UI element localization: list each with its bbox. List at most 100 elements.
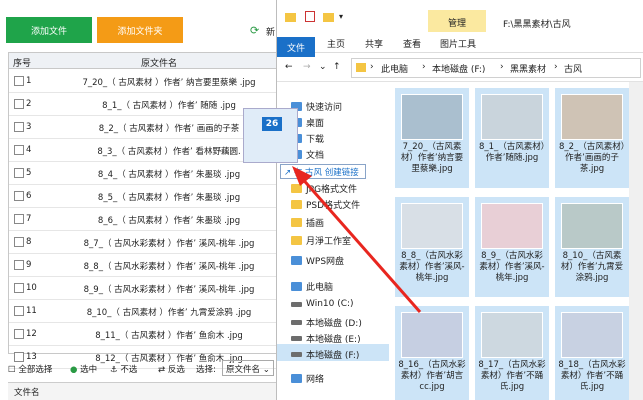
row-number: 3 bbox=[26, 122, 32, 132]
recent-chevron-icon[interactable]: ⌄ bbox=[319, 62, 327, 72]
file-thumbnail[interactable]: 8_16_（古风水彩素材）作者’胡言cc.jpg bbox=[395, 306, 469, 400]
file-caption: 8_1_（古风素材）作者’随随.jpg bbox=[478, 142, 546, 163]
select-mid-button[interactable]: ● 选中 bbox=[70, 363, 97, 375]
cloud-icon bbox=[291, 255, 302, 265]
nav-item[interactable]: 本地磁盘 (E:) bbox=[291, 330, 361, 346]
add-folder-button[interactable]: 添加文件夹 bbox=[97, 17, 183, 43]
tab-home[interactable]: 主页 bbox=[327, 37, 345, 50]
crumb-pc[interactable]: 此电脑 bbox=[381, 62, 408, 75]
file-caption: 7_20_（古风素材）作者’纳言要里蔡樂.jpg bbox=[400, 142, 464, 174]
row-filename: 7_20_（ 古风素材 ）作者’ 纳言要里蔡樂 .jpg bbox=[82, 78, 256, 88]
file-thumbnail[interactable]: 8_17_（古风水彩素材）作者’不踊氏.jpg bbox=[475, 306, 549, 400]
table-row[interactable]: 8 8_7_（ 古风水彩素材 ）作者’ 溪风-桃年 .jpg bbox=[9, 231, 289, 254]
table-row[interactable]: 1 7_20_（ 古风素材 ）作者’ 纳言要里蔡樂 .jpg bbox=[9, 70, 289, 93]
nav-item[interactable]: 本地磁盘 (F:) bbox=[291, 346, 359, 362]
nav-item[interactable]: Win10 (C:) bbox=[291, 296, 354, 312]
select-all-checkbox[interactable]: ☐ 全部选择 bbox=[8, 363, 52, 375]
image-preview bbox=[401, 312, 463, 358]
row-checkbox[interactable] bbox=[14, 122, 24, 132]
vertical-scrollbar[interactable] bbox=[629, 82, 643, 400]
table-row[interactable]: 6 8_5_（ 古风素材 ）作者’ 朱墨琰 .jpg bbox=[9, 185, 289, 208]
row-number: 2 bbox=[26, 99, 32, 109]
back-arrow-icon[interactable]: ← bbox=[285, 62, 293, 72]
row-checkbox[interactable] bbox=[14, 76, 24, 86]
image-preview bbox=[481, 94, 543, 140]
table-row[interactable]: 11 8_10_（ 古风素材 ）作者’ 九霄爱涂鸦 .jpg bbox=[9, 300, 289, 323]
tab-view[interactable]: 查看 bbox=[403, 37, 421, 50]
file-thumbnail[interactable]: 8_2_（古风素材）作者’画画的子茶.jpg bbox=[555, 88, 629, 188]
manage-tab[interactable]: 管理 bbox=[428, 10, 486, 32]
properties-icon[interactable] bbox=[305, 11, 315, 22]
select-dropdown[interactable]: 原文件名 ⌄ bbox=[222, 360, 274, 376]
row-checkbox[interactable] bbox=[14, 145, 24, 155]
row-checkbox[interactable] bbox=[14, 283, 24, 293]
sep-icon: › bbox=[422, 62, 426, 72]
row-checkbox[interactable] bbox=[14, 237, 24, 247]
folder-icon bbox=[291, 217, 302, 227]
drive-icon bbox=[291, 351, 302, 357]
nav-item-label: PSD格式文件 bbox=[306, 200, 361, 211]
nav-item[interactable]: 此电脑 bbox=[291, 278, 333, 294]
qat-chevron-icon[interactable]: ▾ bbox=[339, 12, 343, 21]
row-filename: 8_9_（ 古风水彩素材 ）作者’ 溪风-桃年 .jpg bbox=[83, 285, 255, 295]
tab-share[interactable]: 共享 bbox=[365, 37, 383, 50]
address-box[interactable]: › 此电脑 › 本地磁盘 (F:) › 黑黑素材 › 古风 bbox=[351, 58, 641, 78]
folder-icon bbox=[285, 13, 296, 22]
ribbon-tabs: 文件 主页 共享 查看 图片工具 bbox=[277, 33, 643, 57]
nav-item[interactable]: PSD格式文件 bbox=[291, 196, 360, 212]
row-checkbox[interactable] bbox=[14, 214, 24, 224]
table-row[interactable]: 7 8_6_（ 古风素材 ）作者’ 朱墨琰 .jpg bbox=[9, 208, 289, 231]
add-file-button[interactable]: 添加文件 bbox=[6, 17, 92, 43]
nav-item[interactable]: 快速访问 bbox=[291, 98, 342, 114]
sep-icon: › bbox=[500, 62, 504, 72]
row-filename: 8_7_（ 古风水彩素材 ）作者’ 溪风-桃年 .jpg bbox=[83, 239, 255, 249]
file-caption: 8_17_（古风水彩素材）作者’不踊氏.jpg bbox=[478, 360, 546, 392]
crumb-drive[interactable]: 本地磁盘 (F:) bbox=[432, 62, 485, 75]
table-row[interactable]: 10 8_9_（ 古风水彩素材 ）作者’ 溪风-桃年 .jpg bbox=[9, 277, 289, 300]
file-thumbnail[interactable]: 8_1_（古风素材）作者’随随.jpg bbox=[475, 88, 549, 188]
nav-item-label: 下载 bbox=[306, 134, 325, 145]
nav-item[interactable]: 本地磁盘 (D:) bbox=[291, 314, 362, 330]
row-checkbox[interactable] bbox=[14, 168, 24, 178]
image-preview bbox=[401, 203, 463, 249]
file-thumbnail[interactable]: 8_8_（古风水彩素材）作者’溪风-桃年.jpg bbox=[395, 197, 469, 297]
up-arrow-icon[interactable]: ↑ bbox=[333, 62, 341, 72]
refresh-icon[interactable]: ⟳ bbox=[250, 24, 259, 37]
address-bar-row: ← → ⌄ ↑ › 此电脑 › 本地磁盘 (F:) › 黑黑素材 › 古风 bbox=[277, 54, 643, 82]
row-checkbox[interactable] bbox=[14, 260, 24, 270]
folder-icon bbox=[291, 235, 302, 245]
file-thumbnail[interactable]: 7_20_（古风素材）作者’纳言要里蔡樂.jpg bbox=[395, 88, 469, 188]
row-number: 6 bbox=[26, 191, 32, 201]
row-checkbox[interactable] bbox=[14, 306, 24, 316]
table-row[interactable]: 9 8_8_（ 古风水彩素材 ）作者’ 溪风-桃年 .jpg bbox=[9, 254, 289, 277]
row-filename: 8_8_（ 古风水彩素材 ）作者’ 溪风-桃年 .jpg bbox=[83, 262, 255, 272]
nav-item-label: Win10 (C:) bbox=[306, 299, 354, 309]
nav-item-label: 本地磁盘 (E:) bbox=[306, 334, 361, 345]
forward-arrow-icon[interactable]: → bbox=[303, 62, 311, 72]
nav-item[interactable]: 插画 bbox=[291, 214, 324, 230]
invert-button[interactable]: ⇄ 反选 bbox=[158, 363, 185, 375]
crumb-current[interactable]: 古风 bbox=[564, 62, 582, 75]
not-select-button[interactable]: ⚓ 不选 bbox=[110, 363, 137, 375]
crumb-folder[interactable]: 黑黑素材 bbox=[510, 62, 546, 75]
nav-item[interactable]: JPG格式文件 bbox=[291, 180, 357, 196]
row-number: 12 bbox=[26, 329, 37, 339]
nav-item[interactable]: 网络 bbox=[291, 370, 324, 386]
tab-picture-tools[interactable]: 图片工具 bbox=[440, 37, 476, 50]
image-preview bbox=[481, 312, 543, 358]
row-checkbox[interactable] bbox=[14, 99, 24, 109]
file-thumbnail[interactable]: 8_9_（古风水彩素材）作者’溪风-桃年.jpg bbox=[475, 197, 549, 297]
file-thumbnail[interactable]: 8_18_（古风水彩素材）作者’不踊氏.jpg bbox=[555, 306, 629, 400]
table-row[interactable]: 12 8_11_（ 古风素材 ）作者’ 鱼俞木 .jpg bbox=[9, 323, 289, 346]
nav-item[interactable]: 月淨工作室 bbox=[291, 232, 351, 248]
row-number: 7 bbox=[26, 214, 32, 224]
file-thumbnail[interactable]: 8_10_（古风素材）作者’九霄爱涂鸦.jpg bbox=[555, 197, 629, 297]
nav-item[interactable]: WPS网盘 bbox=[291, 252, 344, 268]
nav-item-label: 文档 bbox=[306, 150, 325, 161]
sep-icon: › bbox=[554, 62, 558, 72]
row-checkbox[interactable] bbox=[14, 191, 24, 201]
table-row[interactable]: 5 8_4_（ 古风素材 ）作者’ 朱墨琰 .jpg bbox=[9, 162, 289, 185]
new-folder-icon[interactable] bbox=[323, 13, 334, 22]
row-checkbox[interactable] bbox=[14, 329, 24, 339]
nav-item-label: 此电脑 bbox=[306, 282, 334, 293]
